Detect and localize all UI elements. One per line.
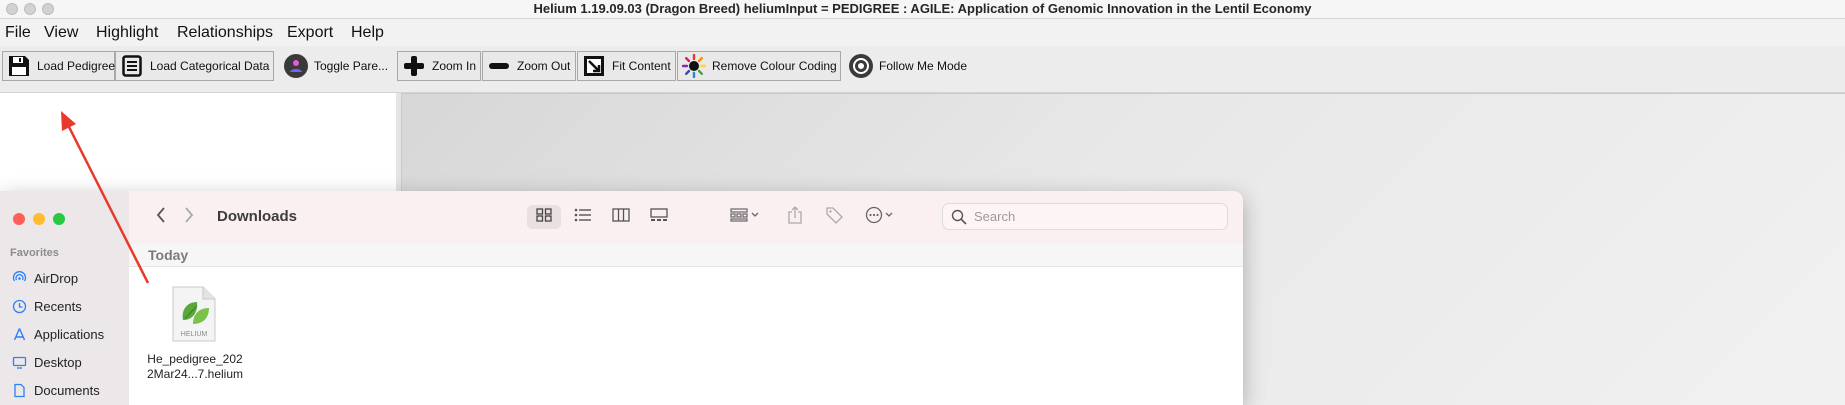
favorites-header: Favorites [10,247,59,259]
file-item[interactable]: HELIUM He_pedigree_202 2Mar24...7.helium [135,267,255,405]
tag-icon [825,206,843,229]
target-icon [849,54,873,78]
desktop-icon [12,355,27,370]
finder-sidebar: Favorites AirDrop Recents Applications D… [0,191,130,405]
sidebar-item-recents[interactable]: Recents [12,297,82,315]
remove-colour-coding-button[interactable]: Remove Colour Coding [677,51,841,81]
finder-minimize-button[interactable] [33,213,45,225]
chevron-right-icon [184,206,194,228]
menu-view[interactable]: View [44,24,78,42]
airdrop-icon [12,270,27,286]
sidebar-item-applications[interactable]: Applications [12,325,104,343]
icon-view-button[interactable] [527,205,561,229]
finder-toolbar: Downloads Search [129,191,1243,245]
menu-highlight[interactable]: Highlight [96,24,158,42]
fit-content-icon [582,54,606,78]
load-pedigree-label: Load Pedigree [37,59,116,73]
menu-help[interactable]: Help [351,24,384,42]
section-today-label: Today [148,247,189,263]
menu-relationships[interactable]: Relationships [177,24,273,42]
sidebar-item-documents[interactable]: Documents [12,381,100,399]
more-actions-button[interactable] [861,205,901,229]
tags-button[interactable] [820,205,848,229]
menu-export[interactable]: Export [287,24,333,42]
document-icon [120,54,144,78]
window-title: Helium 1.19.09.03 (Dragon Breed) heliumI… [533,1,1312,16]
minus-icon [487,54,511,78]
load-categorical-data-button[interactable]: Load Categorical Data [115,51,274,81]
load-categorical-data-label: Load Categorical Data [150,59,270,73]
back-button[interactable] [151,205,171,229]
fit-content-label: Fit Content [612,59,671,73]
gallery-view-button[interactable] [642,205,676,229]
sidebar-item-label: Recents [34,298,82,314]
menu-file[interactable]: File [5,24,31,42]
gallery-icon [650,207,668,227]
group-by-button[interactable] [725,205,765,229]
sidebar-item-desktop[interactable]: Desktop [12,353,82,371]
search-input[interactable]: Search [942,203,1228,230]
group-icon [730,207,760,227]
zoom-in-label: Zoom In [432,59,477,73]
toggle-parents-button[interactable]: Toggle Pare... [280,51,394,81]
list-icon [574,208,592,227]
list-view-button[interactable] [566,205,600,229]
follow-me-mode-label: Follow Me Mode [879,59,968,73]
parents-icon [284,54,308,78]
follow-me-mode-button[interactable]: Follow Me Mode [845,51,970,81]
document-icon [12,383,27,398]
share-icon [787,205,803,229]
sidebar-item-label: AirDrop [34,270,79,286]
sidebar-item-label: Applications [34,326,105,342]
floppy-disk-icon [7,54,31,78]
plus-icon [402,54,426,78]
zoom-out-button[interactable]: Zoom Out [482,51,576,81]
fit-content-button[interactable]: Fit Content [577,51,676,81]
sidebar-item-airdrop[interactable]: AirDrop [12,269,78,287]
colour-wheel-icon [682,54,706,78]
load-pedigree-button[interactable]: Load Pedigree [2,51,115,81]
share-button[interactable] [781,205,809,229]
zoom-out-label: Zoom Out [517,59,571,73]
forward-button[interactable] [179,205,199,229]
finder-zoom-button[interactable] [53,213,65,225]
file-list: HELIUM He_pedigree_202 2Mar24...7.helium [129,267,1243,405]
sidebar-item-label: Desktop [34,354,82,370]
ellipsis-circle-icon [865,206,897,229]
menu-bar: File View Highlight Relationships Export… [0,19,1845,46]
finder-close-button[interactable] [13,213,25,225]
finder-window: Favorites AirDrop Recents Applications D… [0,191,1243,405]
toggle-parents-label: Toggle Pare... [314,59,389,73]
file-icon-label: HELIUM [181,331,208,338]
grid-icon [536,207,552,227]
clock-icon [12,299,27,314]
section-header: Today [129,244,1243,267]
main-toolbar: Load Pedigree Load Categorical Data Togg… [0,46,1845,93]
app-title-bar: Helium 1.19.09.03 (Dragon Breed) heliumI… [0,0,1845,19]
applications-icon [12,327,27,342]
remove-colour-coding-label: Remove Colour Coding [712,59,837,73]
finder-location-title: Downloads [217,208,298,225]
file-name: He_pedigree_202 2Mar24...7.helium [146,352,244,381]
search-placeholder: Search [974,209,1016,224]
sidebar-item-label: Documents [34,382,100,398]
search-icon [951,209,967,230]
helium-file-icon: HELIUM [171,286,217,342]
zoom-in-button[interactable]: Zoom In [397,51,481,81]
column-view-button[interactable] [604,205,638,229]
columns-icon [612,207,630,227]
chevron-left-icon [156,206,166,228]
